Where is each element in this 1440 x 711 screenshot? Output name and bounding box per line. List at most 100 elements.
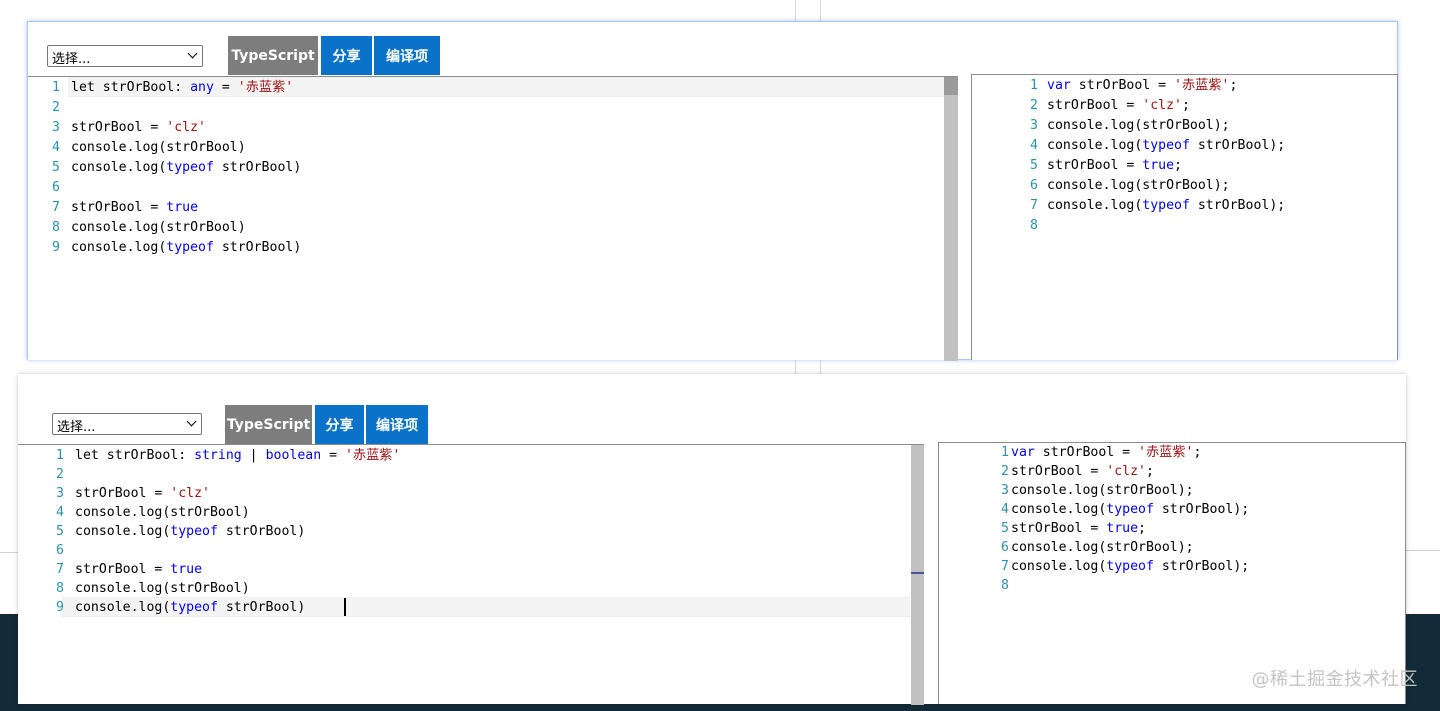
code-text: console.log(typeof strOrBool) xyxy=(71,158,301,178)
code-text: console.log(typeof strOrBool) xyxy=(75,522,305,542)
code-token: ; xyxy=(1181,98,1190,113)
code-token: strOrBool = xyxy=(75,562,171,577)
line-number: 1 xyxy=(56,448,64,463)
example-select[interactable]: 选择... xyxy=(52,413,202,435)
code-text: strOrBool = true xyxy=(75,560,202,580)
code-token: strOrBool); xyxy=(1153,502,1250,517)
code-token: console.log( xyxy=(1047,138,1143,153)
toolbar: 选择... TypeScript 分享 编译项 xyxy=(18,374,1406,444)
code-line: 3 strOrBool = 'clz' xyxy=(28,118,958,138)
example-select-value: 选择... xyxy=(57,420,96,435)
code-text: strOrBool = 'clz' xyxy=(75,484,210,504)
code-line: 1 let strOrBool: string | boolean = '赤蓝紫' xyxy=(18,446,924,466)
keyword-token: typeof xyxy=(1106,502,1154,517)
code-token: strOrBool = xyxy=(1047,158,1143,173)
example-select[interactable]: 选择... xyxy=(47,45,203,67)
line-number: 5 xyxy=(52,160,60,175)
code-editor-input[interactable]: 1 let strOrBool: string | boolean = '赤蓝紫'… xyxy=(18,444,924,705)
code-line: 4 console.log(strOrBool) xyxy=(28,138,958,158)
code-line: 2 xyxy=(28,98,958,118)
code-text: strOrBool = true; xyxy=(1047,156,1182,176)
code-token: console.log( xyxy=(71,240,167,255)
code-token: console.log(strOrBool); xyxy=(1011,540,1194,555)
keyword-token: boolean xyxy=(265,448,322,463)
code-token: = xyxy=(213,80,238,95)
compile-options-button[interactable]: 编译项 xyxy=(374,36,440,75)
line-number: 7 xyxy=(1001,559,1009,574)
chevron-down-icon xyxy=(186,416,197,427)
code-text: console.log(typeof strOrBool) xyxy=(71,238,301,258)
code-text: var strOrBool = '赤蓝紫'; xyxy=(1047,76,1237,96)
line-number: 2 xyxy=(1030,98,1038,113)
code-token: strOrBool) xyxy=(217,524,306,539)
line-number: 9 xyxy=(52,240,60,255)
code-line: 1 var strOrBool = '赤蓝紫'; xyxy=(972,76,1397,96)
code-token: strOrBool = xyxy=(71,120,167,135)
code-token: console.log( xyxy=(1047,198,1143,213)
playground-any: 选择... TypeScript 分享 编译项 1 let strOrBool: … xyxy=(27,21,1398,361)
code-line: 9 console.log(typeof strOrBool) xyxy=(28,238,958,258)
string-token: 'clz' xyxy=(1142,98,1182,113)
code-line: 3 console.log(strOrBool); xyxy=(972,116,1397,136)
code-token: console.log(strOrBool) xyxy=(75,505,250,520)
code-line: 6 xyxy=(18,541,924,561)
code-text: console.log(strOrBool); xyxy=(1047,116,1230,136)
line-number: 4 xyxy=(1001,502,1009,517)
string-token: 'clz' xyxy=(170,486,210,501)
string-token: '赤蓝紫' xyxy=(237,80,294,95)
code-line: 1 let strOrBool: any = '赤蓝紫' xyxy=(28,78,958,98)
typescript-button[interactable]: TypeScript xyxy=(228,36,318,75)
page-hrule-left xyxy=(0,552,20,553)
code-text: strOrBool = true; xyxy=(1011,519,1146,539)
code-line: 8 console.log(strOrBool) xyxy=(18,579,924,599)
code-editor-input[interactable]: 1 let strOrBool: any = '赤蓝紫' 2 3 strOrBool =… xyxy=(28,76,958,361)
keyword-token: typeof xyxy=(170,600,218,615)
code-token: strOrBool = xyxy=(71,200,167,215)
line-number: 2 xyxy=(56,467,64,482)
typescript-button[interactable]: TypeScript xyxy=(225,405,312,444)
code-token: strOrBool = xyxy=(1034,445,1139,460)
code-text: console.log(strOrBool); xyxy=(1047,176,1230,196)
code-line: 2 strOrBool = 'clz'; xyxy=(939,462,1405,482)
code-token: strOrBool = xyxy=(75,486,171,501)
code-line: 4 console.log(typeof strOrBool); xyxy=(972,136,1397,156)
code-text: console.log(typeof strOrBool); xyxy=(1011,500,1249,520)
code-token: console.log( xyxy=(75,600,171,615)
keyword-token: typeof xyxy=(1106,559,1154,574)
line-number: 3 xyxy=(56,486,64,501)
code-text: let strOrBool: string | boolean = '赤蓝紫' xyxy=(75,446,400,466)
code-line: 7 strOrBool = true xyxy=(18,560,924,580)
code-token: console.log( xyxy=(1011,502,1107,517)
code-token: let strOrBool: xyxy=(75,448,195,463)
compile-options-button[interactable]: 编译项 xyxy=(366,405,428,444)
code-text: let strOrBool: any = '赤蓝紫' xyxy=(71,78,293,98)
line-number: 4 xyxy=(52,140,60,155)
code-token: console.log(strOrBool); xyxy=(1011,483,1194,498)
keyword-token: typeof xyxy=(1142,138,1190,153)
code-line: 8 console.log(strOrBool) xyxy=(28,218,958,238)
line-number: 3 xyxy=(1001,483,1009,498)
line-number: 4 xyxy=(56,505,64,520)
keyword-token: string xyxy=(194,448,242,463)
code-line: 5 console.log(typeof strOrBool) xyxy=(18,522,924,542)
code-token: ; xyxy=(1193,445,1202,460)
code-token: console.log(strOrBool) xyxy=(71,140,246,155)
line-number: 1 xyxy=(1030,78,1038,93)
code-line: 7 strOrBool = true xyxy=(28,198,958,218)
line-number: 4 xyxy=(1030,138,1038,153)
share-button[interactable]: 分享 xyxy=(321,36,372,75)
code-text: strOrBool = 'clz'; xyxy=(1047,96,1190,116)
code-text: var strOrBool = '赤蓝紫'; xyxy=(1011,443,1201,463)
code-line: 6 console.log(strOrBool); xyxy=(939,538,1405,558)
code-token: strOrBool) xyxy=(213,160,302,175)
code-token: strOrBool) xyxy=(213,240,302,255)
line-number: 7 xyxy=(1030,198,1038,213)
code-line: 5 strOrBool = true; xyxy=(972,156,1397,176)
line-number: 1 xyxy=(1001,445,1009,460)
share-button[interactable]: 分享 xyxy=(315,405,364,444)
code-token: ; xyxy=(1138,521,1146,536)
code-text: strOrBool = 'clz' xyxy=(71,118,206,138)
code-line: 7 console.log(typeof strOrBool); xyxy=(972,196,1397,216)
line-number: 9 xyxy=(56,600,64,615)
code-token: strOrBool = xyxy=(1011,521,1107,536)
